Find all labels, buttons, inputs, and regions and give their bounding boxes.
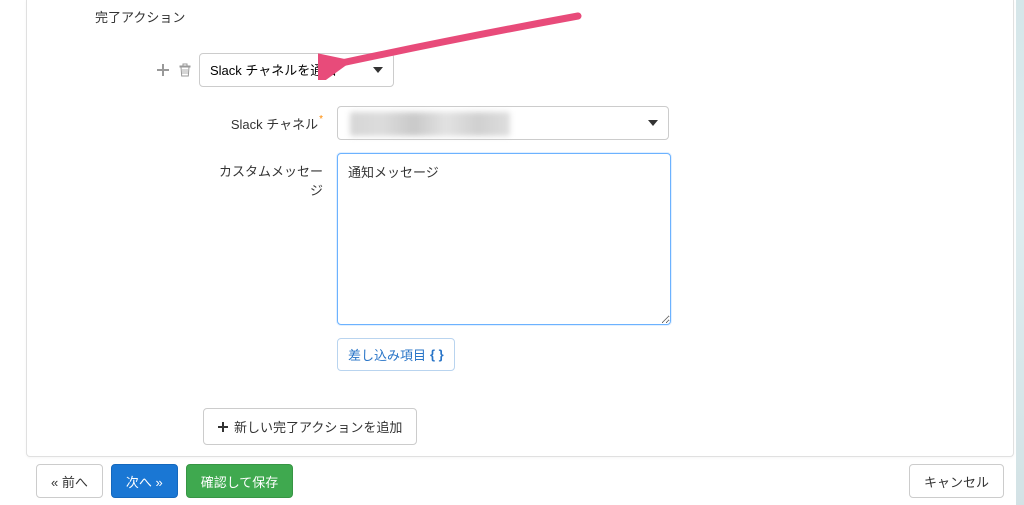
completion-action-card: 完了アクション Slack チャネルを通知 Slack チャネル* カスタムメッ…: [26, 0, 1014, 457]
custom-message-label: カスタムメッセージ: [217, 153, 337, 199]
confirm-save-button[interactable]: 確認して保存: [186, 464, 294, 498]
section-title: 完了アクション: [95, 7, 185, 26]
merge-fields-button[interactable]: 差し込み項目 { }: [337, 338, 455, 371]
action-type-select[interactable]: Slack チャネルを通知: [199, 53, 394, 87]
cancel-button[interactable]: キャンセル: [909, 464, 1004, 498]
braces-icon: { }: [430, 347, 444, 362]
add-completion-action-button[interactable]: 新しい完了アクションを追加: [203, 408, 417, 445]
wizard-footer: « 前へ 次へ » 確認して保存 キャンセル: [26, 457, 1014, 505]
next-button[interactable]: 次へ »: [111, 464, 178, 498]
custom-message-row: カスタムメッセージ 差し込み項目 { }: [217, 153, 671, 371]
merge-fields-label: 差し込み項目: [348, 345, 426, 364]
slack-channel-select[interactable]: [337, 106, 669, 140]
slack-channel-row: Slack チャネル*: [217, 106, 669, 140]
plus-icon[interactable]: [155, 62, 171, 78]
add-completion-action-label: 新しい完了アクションを追加: [234, 417, 402, 436]
plus-icon: [218, 422, 228, 432]
required-mark: *: [319, 114, 323, 125]
action-type-row: Slack チャネルを通知: [155, 53, 394, 87]
prev-button[interactable]: « 前へ: [36, 464, 103, 498]
custom-message-textarea[interactable]: [337, 153, 671, 325]
slack-channel-label: Slack チャネル*: [217, 106, 337, 133]
custom-message-col: 差し込み項目 { }: [337, 153, 671, 371]
trash-icon[interactable]: [177, 62, 193, 78]
right-edge-decoration: [1016, 0, 1024, 505]
